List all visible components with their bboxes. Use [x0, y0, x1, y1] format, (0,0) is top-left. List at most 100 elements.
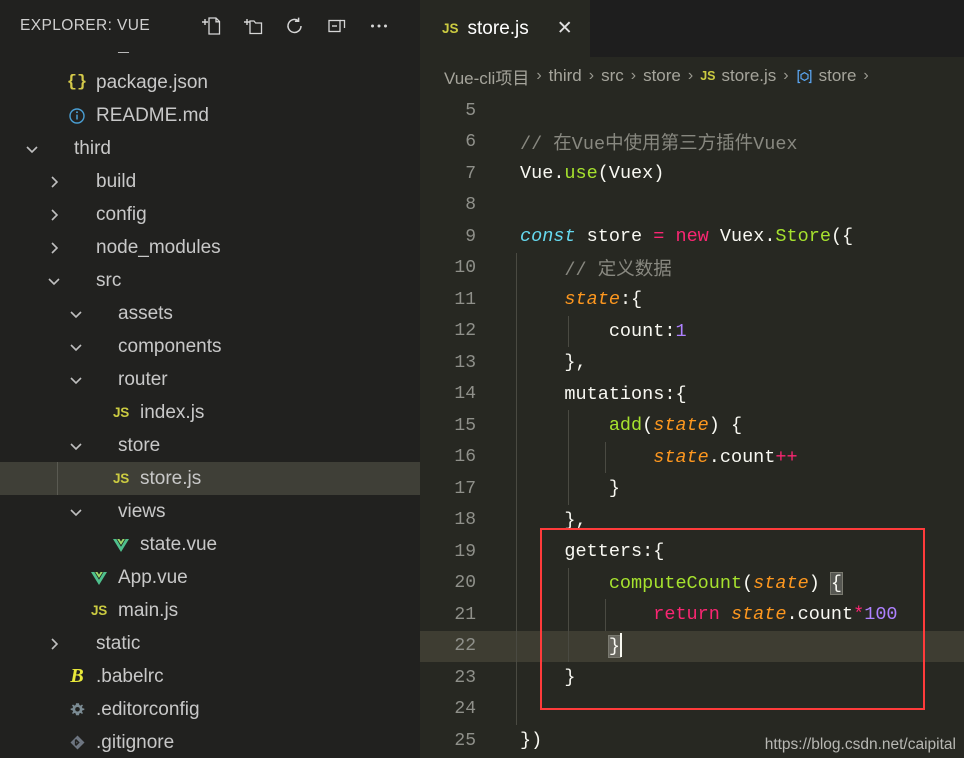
chevron-down-icon[interactable] [22, 139, 42, 159]
chevron-right-icon[interactable] [44, 205, 64, 225]
code-line[interactable]: 10 // 定义数据 [420, 253, 964, 285]
git-icon [64, 732, 90, 754]
chevron-down-icon[interactable] [66, 304, 86, 324]
breadcrumb-item[interactable]: src [601, 66, 624, 86]
tree-item[interactable]: third [0, 132, 420, 165]
breadcrumb[interactable]: Vue-cli项目 › third › src › store › JS store.js › sto… [420, 57, 964, 95]
explorer-header: EXPLORER: VUE [0, 0, 420, 52]
code-line[interactable]: 22 } [420, 630, 964, 662]
code-line[interactable]: 9 const store = new Vuex.Store({ [420, 221, 964, 253]
code-line[interactable]: 11 state:{ [420, 284, 964, 316]
breadcrumb-item[interactable]: Vue-cli项目 [444, 64, 529, 89]
tree-item[interactable]: config [0, 198, 420, 231]
tree-item[interactable]: .gitignore [0, 726, 420, 758]
breadcrumb-item[interactable]: store [796, 66, 856, 86]
code-line-text: Vue.use(Vuex) [520, 163, 664, 184]
code-line[interactable]: 18 }, [420, 505, 964, 537]
chevron-right-icon[interactable] [44, 172, 64, 192]
code-token: { [842, 226, 854, 248]
code-line[interactable]: 16 state.count++ [420, 442, 964, 474]
code-token: count [719, 446, 776, 468]
tree-item-label: .babelrc [96, 665, 164, 687]
code-token: // 在Vue中使用第三方插件Vuex [520, 134, 798, 156]
line-number: 16 [454, 447, 476, 468]
breadcrumb-label: store.js [721, 66, 777, 85]
code-line[interactable]: 21 return state.count*100 [420, 599, 964, 631]
tree-item[interactable]: router [0, 363, 420, 396]
breadcrumb-item[interactable]: third [549, 66, 582, 86]
line-number: 18 [454, 510, 476, 531]
breadcrumb-item[interactable]: store [643, 66, 681, 86]
tree-item[interactable]: static [0, 627, 420, 660]
code-token: ( [642, 415, 654, 437]
code-line[interactable]: 19 getters:{ [420, 536, 964, 568]
code-token: state [730, 604, 787, 626]
tree-item[interactable]: JS index.js [0, 396, 420, 429]
tree-item[interactable]: {} package.json [0, 66, 420, 99]
tree-item[interactable]: JS main.js [0, 594, 420, 627]
tree-item[interactable]: App.vue [0, 561, 420, 594]
chevron-down-icon[interactable] [66, 337, 86, 357]
tree-item[interactable]: B .babelrc [0, 660, 420, 693]
tree-item[interactable]: store [0, 429, 420, 462]
code-line[interactable]: 13 }, [420, 347, 964, 379]
code-token: Vuex [608, 163, 654, 185]
chevron-down-icon[interactable] [44, 271, 64, 291]
tree-item[interactable]: assets [0, 297, 420, 330]
explorer-title: EXPLORER: VUE [20, 17, 151, 34]
file-tree[interactable]: node_modules {} package.json README.md thir… [0, 52, 420, 758]
code-token: 100 [864, 604, 898, 626]
line-number: 8 [465, 195, 476, 216]
chevron-right-icon[interactable] [44, 634, 64, 654]
vue-icon [86, 567, 112, 589]
tree-item[interactable]: README.md [0, 99, 420, 132]
code-line[interactable]: 20 computeCount(state) { [420, 568, 964, 600]
collapse-all-icon[interactable] [324, 13, 350, 39]
refresh-icon[interactable] [282, 13, 308, 39]
code-line[interactable]: 6 // 在Vue中使用第三方插件Vuex [420, 127, 964, 159]
tree-item-selected[interactable]: JS store.js [0, 462, 420, 495]
code-token: . [553, 163, 565, 185]
tree-item-label: .gitignore [96, 731, 175, 753]
code-line[interactable]: 8 [420, 190, 964, 222]
chevron-right-icon[interactable] [44, 238, 64, 258]
tree-item-label: store.js [140, 467, 202, 489]
code-token: state [564, 289, 620, 311]
new-file-icon[interactable] [198, 13, 224, 39]
code-token: store [586, 226, 643, 248]
babel-icon: B [70, 665, 84, 687]
chevron-down-icon[interactable] [66, 502, 86, 522]
tree-item[interactable]: state.vue [0, 528, 420, 561]
code-line[interactable]: 5 [420, 95, 964, 127]
code-line[interactable]: 23 } [420, 662, 964, 694]
code-line[interactable]: 24 [420, 694, 964, 726]
code-line[interactable]: 15 add(state) { [420, 410, 964, 442]
close-icon[interactable]: ✕ [554, 18, 576, 40]
js-icon: JS [113, 405, 129, 420]
more-actions-icon[interactable] [366, 13, 392, 39]
code-line[interactable]: 7 Vue.use(Vuex) [420, 158, 964, 190]
tree-item[interactable]: src [0, 264, 420, 297]
tab-store-js[interactable]: JS store.js ✕ [420, 0, 590, 57]
tree-item[interactable]: node_modules [0, 231, 420, 264]
icon-spacer [86, 303, 112, 325]
tree-item[interactable]: components [0, 330, 420, 363]
breadcrumb-item[interactable]: JS store.js [700, 66, 776, 86]
vue-icon [108, 534, 134, 556]
new-folder-icon[interactable] [240, 13, 266, 39]
code-token: : [642, 541, 654, 563]
chevron-down-icon[interactable] [66, 436, 86, 456]
tree-item[interactable]: build [0, 165, 420, 198]
code-line[interactable]: 12 count:1 [420, 316, 964, 348]
code-editor[interactable]: 5 6// 在Vue中使用第三方插件Vuex 7 Vue.use(Vuex) 8 9 con… [420, 95, 964, 758]
tree-item[interactable]: .editorconfig [0, 693, 420, 726]
chevron-down-icon[interactable] [66, 370, 86, 390]
tree-item[interactable]: views [0, 495, 420, 528]
code-token: . [708, 446, 720, 468]
code-line[interactable]: 17 } [420, 473, 964, 505]
code-line[interactable]: 14 mutations:{ [420, 379, 964, 411]
